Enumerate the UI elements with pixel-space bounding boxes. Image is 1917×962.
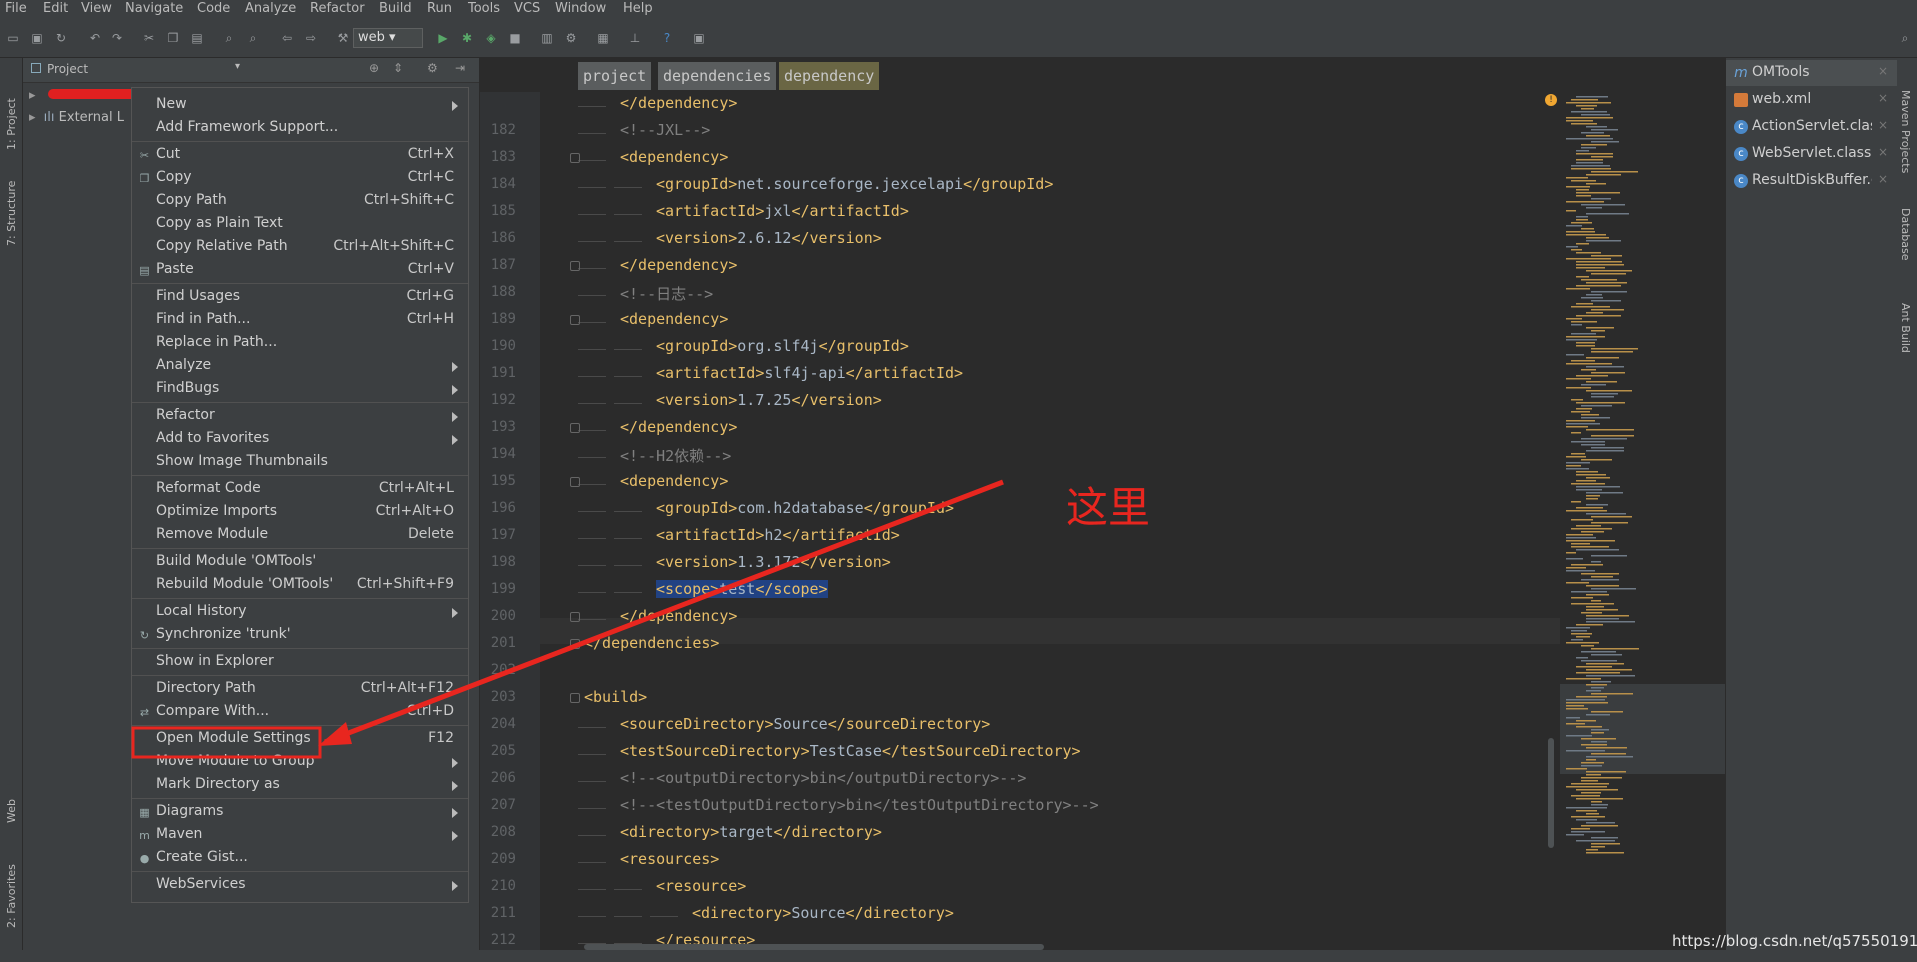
annotation-arrow-line xyxy=(324,479,1004,745)
annotation-text: 这里 xyxy=(1066,483,1151,532)
annotation-overlay xyxy=(131,479,1004,759)
annotation-arrow-head xyxy=(318,722,352,746)
watermark: https://blog.csdn.net/q575501914 xyxy=(1672,932,1917,950)
status-bar xyxy=(0,950,1917,962)
annotation-highlight-box xyxy=(131,726,322,759)
